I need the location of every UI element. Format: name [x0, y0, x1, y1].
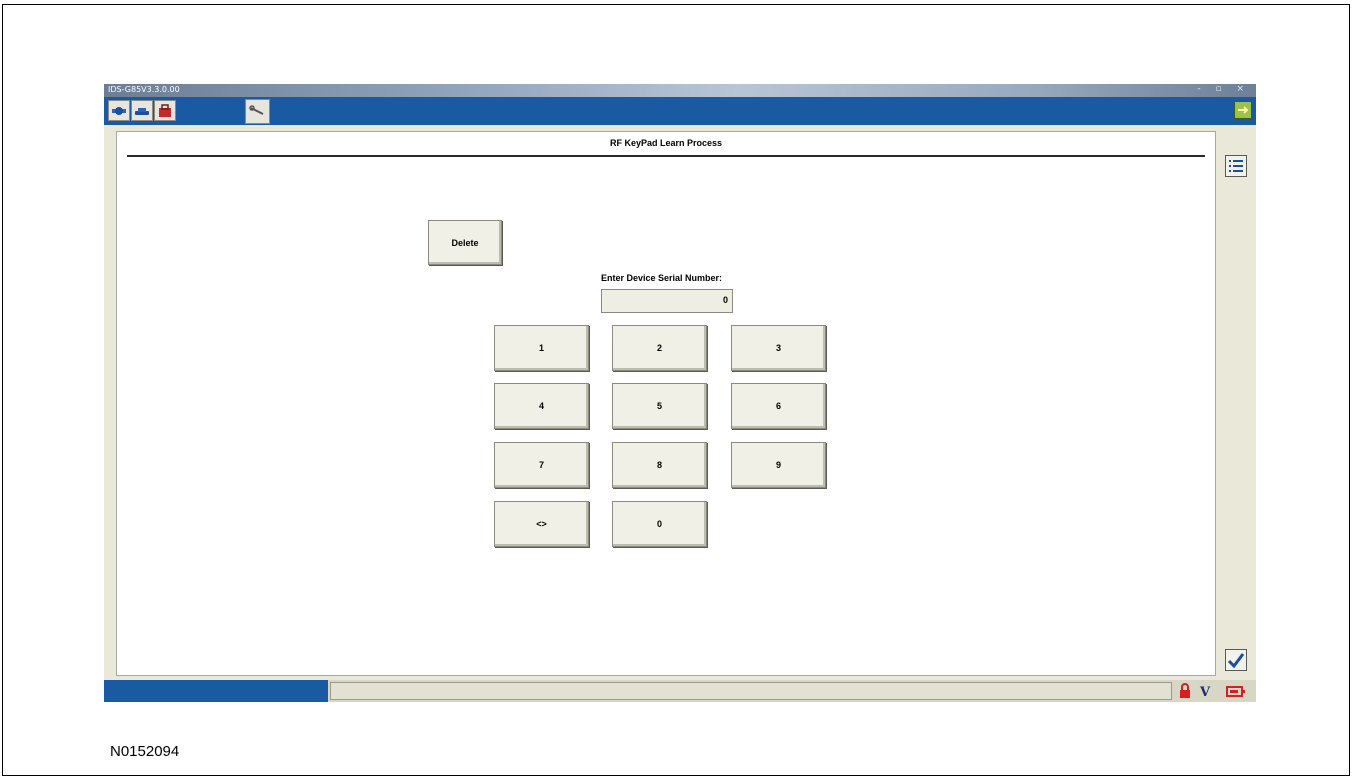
network-icon[interactable]: [108, 100, 130, 121]
key-1[interactable]: 1: [494, 325, 589, 371]
toolbox-icon[interactable]: [154, 100, 176, 121]
window-controls[interactable]: - ▫ ×: [1197, 84, 1250, 94]
delete-button[interactable]: Delete: [428, 220, 502, 265]
vbat-icon: V: [1200, 683, 1220, 700]
figure-id: N0152094: [110, 743, 180, 760]
backspace-key[interactable]: <>: [494, 501, 589, 547]
key-5[interactable]: 5: [612, 383, 707, 429]
status-bar: V: [104, 680, 1256, 702]
title-bar: IDS-G85V3.3.0.00 - ▫ ×: [104, 84, 1256, 97]
checkmark-icon[interactable]: [1225, 649, 1247, 671]
key-9[interactable]: 9: [731, 442, 826, 488]
key-2[interactable]: 2: [612, 325, 707, 371]
window-title: IDS-G85V3.3.0.00: [108, 85, 180, 94]
key-8[interactable]: 8: [612, 442, 707, 488]
serial-number-field[interactable]: 0: [601, 289, 733, 313]
battery-icon: [1226, 683, 1246, 699]
ids-window: IDS-G85V3.3.0.00 - ▫ × RF KeyPad Learn P…: [104, 84, 1256, 702]
vbat-label: V: [1200, 685, 1211, 700]
wrench-icon[interactable]: [245, 99, 270, 124]
key-4[interactable]: 4: [494, 383, 589, 429]
vehicle-icon[interactable]: [131, 100, 153, 121]
lock-icon: [1178, 683, 1192, 699]
page-title: RF KeyPad Learn Process: [609, 138, 723, 148]
exit-arrow-icon[interactable]: [1234, 101, 1252, 119]
key-3[interactable]: 3: [731, 325, 826, 371]
key-0[interactable]: 0: [612, 501, 707, 547]
status-message-field: [330, 682, 1172, 700]
key-6[interactable]: 6: [731, 383, 826, 429]
list-icon[interactable]: [1225, 155, 1247, 177]
content-panel: RF KeyPad Learn Process Delete Enter Dev…: [116, 131, 1216, 676]
status-progress-area: [104, 680, 328, 702]
serial-number-label: Enter Device Serial Number:: [601, 273, 723, 283]
title-divider: [127, 155, 1205, 157]
key-7[interactable]: 7: [494, 442, 589, 488]
toolbar: [104, 97, 1256, 125]
